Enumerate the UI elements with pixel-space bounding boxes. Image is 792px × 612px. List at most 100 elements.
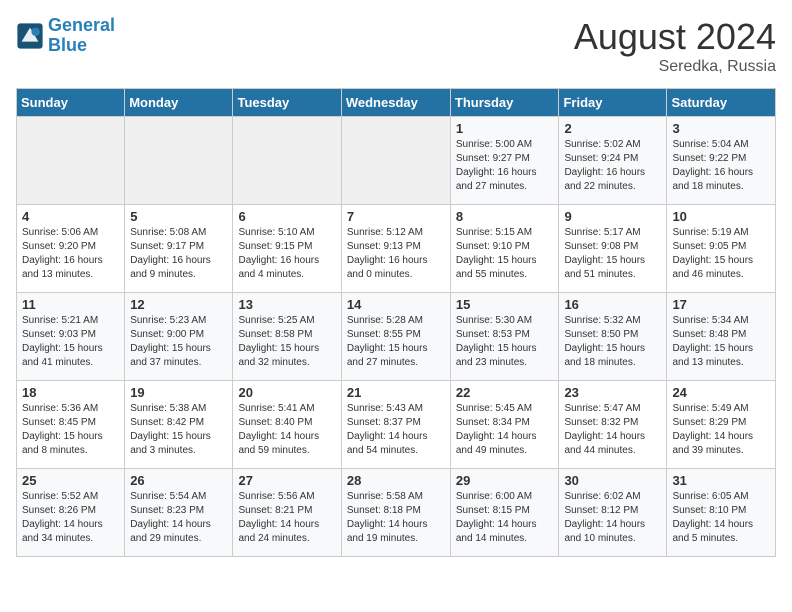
day-number: 25 xyxy=(22,473,119,488)
day-detail: Sunrise: 5:04 AM Sunset: 9:22 PM Dayligh… xyxy=(672,138,770,194)
day-cell: 5Sunrise: 5:08 AM Sunset: 9:17 PM Daylig… xyxy=(125,205,233,293)
day-number: 16 xyxy=(564,297,661,312)
col-header-saturday: Saturday xyxy=(667,89,776,117)
location-subtitle: Seredka, Russia xyxy=(574,58,776,76)
day-cell: 3Sunrise: 5:04 AM Sunset: 9:22 PM Daylig… xyxy=(667,117,776,205)
day-detail: Sunrise: 5:25 AM Sunset: 8:58 PM Dayligh… xyxy=(238,314,335,370)
page-header: General Blue August 2024 Seredka, Russia xyxy=(16,16,776,76)
day-cell: 30Sunrise: 6:02 AM Sunset: 8:12 PM Dayli… xyxy=(559,469,667,557)
day-number: 23 xyxy=(564,385,661,400)
day-number: 20 xyxy=(238,385,335,400)
calendar-table: SundayMondayTuesdayWednesdayThursdayFrid… xyxy=(16,88,776,557)
day-number: 31 xyxy=(672,473,770,488)
day-detail: Sunrise: 5:06 AM Sunset: 9:20 PM Dayligh… xyxy=(22,226,119,282)
day-cell: 19 Sunrise: 5:38 AM Sunset: 8:42 PM Dayli… xyxy=(125,381,233,469)
day-cell: 2 Sunrise: 5:02 AM Sunset: 9:24 PM Daylig… xyxy=(559,117,667,205)
day-detail: Sunrise: 5:23 AM Sunset: 9:00 PM Dayligh… xyxy=(130,314,227,370)
day-cell: 14Sunrise: 5:28 AM Sunset: 8:55 PM Dayli… xyxy=(341,293,450,381)
week-row-4: 18 Sunrise: 5:36 AM Sunset: 8:45 PM Dayli… xyxy=(17,381,776,469)
day-number: 10 xyxy=(672,209,770,224)
day-cell: 1 Sunrise: 5:00 AM Sunset: 9:27 PM Daylig… xyxy=(450,117,559,205)
day-cell: 11 Sunrise: 5:21 AM Sunset: 9:03 PM Dayli… xyxy=(17,293,125,381)
day-cell xyxy=(125,117,233,205)
week-row-2: 4 Sunrise: 5:06 AM Sunset: 9:20 PM Daylig… xyxy=(17,205,776,293)
day-detail: Sunrise: 5:30 AM Sunset: 8:53 PM Dayligh… xyxy=(456,314,554,370)
header-row: SundayMondayTuesdayWednesdayThursdayFrid… xyxy=(17,89,776,117)
day-number: 7 xyxy=(347,209,445,224)
day-cell: 28Sunrise: 5:58 AM Sunset: 8:18 PM Dayli… xyxy=(341,469,450,557)
day-detail: Sunrise: 5:56 AM Sunset: 8:21 PM Dayligh… xyxy=(238,490,335,546)
day-cell xyxy=(17,117,125,205)
day-cell: 12 Sunrise: 5:23 AM Sunset: 9:00 PM Dayli… xyxy=(125,293,233,381)
day-number: 11 xyxy=(22,297,119,312)
day-cell: 18 Sunrise: 5:36 AM Sunset: 8:45 PM Dayli… xyxy=(17,381,125,469)
week-row-1: 1 Sunrise: 5:00 AM Sunset: 9:27 PM Daylig… xyxy=(17,117,776,205)
day-detail: Sunrise: 5:21 AM Sunset: 9:03 PM Dayligh… xyxy=(22,314,119,370)
day-number: 18 xyxy=(22,385,119,400)
day-number: 13 xyxy=(238,297,335,312)
day-cell: 31Sunrise: 6:05 AM Sunset: 8:10 PM Dayli… xyxy=(667,469,776,557)
title-block: August 2024 Seredka, Russia xyxy=(574,16,776,76)
day-cell: 27Sunrise: 5:56 AM Sunset: 8:21 PM Dayli… xyxy=(233,469,341,557)
col-header-wednesday: Wednesday xyxy=(341,89,450,117)
day-number: 22 xyxy=(456,385,554,400)
day-number: 19 xyxy=(130,385,227,400)
day-cell: 7 Sunrise: 5:12 AM Sunset: 9:13 PM Daylig… xyxy=(341,205,450,293)
day-number: 26 xyxy=(130,473,227,488)
day-detail: Sunrise: 5:08 AM Sunset: 9:17 PM Dayligh… xyxy=(130,226,227,282)
day-detail: Sunrise: 5:47 AM Sunset: 8:32 PM Dayligh… xyxy=(564,402,661,458)
day-cell: 20 Sunrise: 5:41 AM Sunset: 8:40 PM Dayli… xyxy=(233,381,341,469)
col-header-monday: Monday xyxy=(125,89,233,117)
day-cell: 6Sunrise: 5:10 AM Sunset: 9:15 PM Daylig… xyxy=(233,205,341,293)
day-detail: Sunrise: 5:49 AM Sunset: 8:29 PM Dayligh… xyxy=(672,402,770,458)
day-detail: Sunrise: 5:10 AM Sunset: 9:15 PM Dayligh… xyxy=(238,226,335,282)
day-cell: 23 Sunrise: 5:47 AM Sunset: 8:32 PM Dayli… xyxy=(559,381,667,469)
day-detail: Sunrise: 5:19 AM Sunset: 9:05 PM Dayligh… xyxy=(672,226,770,282)
col-header-sunday: Sunday xyxy=(17,89,125,117)
week-row-3: 11 Sunrise: 5:21 AM Sunset: 9:03 PM Dayli… xyxy=(17,293,776,381)
week-row-5: 25Sunrise: 5:52 AM Sunset: 8:26 PM Dayli… xyxy=(17,469,776,557)
day-cell: 8 Sunrise: 5:15 AM Sunset: 9:10 PM Daylig… xyxy=(450,205,559,293)
day-number: 2 xyxy=(564,121,661,136)
day-detail: Sunrise: 5:17 AM Sunset: 9:08 PM Dayligh… xyxy=(564,226,661,282)
day-cell: 4 Sunrise: 5:06 AM Sunset: 9:20 PM Daylig… xyxy=(17,205,125,293)
day-detail: Sunrise: 5:32 AM Sunset: 8:50 PM Dayligh… xyxy=(564,314,661,370)
day-detail: Sunrise: 5:41 AM Sunset: 8:40 PM Dayligh… xyxy=(238,402,335,458)
day-cell xyxy=(341,117,450,205)
day-cell: 15 Sunrise: 5:30 AM Sunset: 8:53 PM Dayli… xyxy=(450,293,559,381)
day-cell xyxy=(233,117,341,205)
day-cell: 9 Sunrise: 5:17 AM Sunset: 9:08 PM Daylig… xyxy=(559,205,667,293)
day-number: 12 xyxy=(130,297,227,312)
day-detail: Sunrise: 5:12 AM Sunset: 9:13 PM Dayligh… xyxy=(347,226,445,282)
day-number: 14 xyxy=(347,297,445,312)
day-number: 8 xyxy=(456,209,554,224)
day-detail: Sunrise: 5:38 AM Sunset: 8:42 PM Dayligh… xyxy=(130,402,227,458)
day-number: 9 xyxy=(564,209,661,224)
day-detail: Sunrise: 5:02 AM Sunset: 9:24 PM Dayligh… xyxy=(564,138,661,194)
day-number: 28 xyxy=(347,473,445,488)
col-header-tuesday: Tuesday xyxy=(233,89,341,117)
day-number: 4 xyxy=(22,209,119,224)
day-number: 24 xyxy=(672,385,770,400)
day-number: 21 xyxy=(347,385,445,400)
day-cell: 17 Sunrise: 5:34 AM Sunset: 8:48 PM Dayli… xyxy=(667,293,776,381)
day-detail: Sunrise: 5:00 AM Sunset: 9:27 PM Dayligh… xyxy=(456,138,554,194)
day-cell: 29Sunrise: 6:00 AM Sunset: 8:15 PM Dayli… xyxy=(450,469,559,557)
logo-icon xyxy=(16,22,44,50)
day-cell: 21 Sunrise: 5:43 AM Sunset: 8:37 PM Dayli… xyxy=(341,381,450,469)
day-detail: Sunrise: 5:34 AM Sunset: 8:48 PM Dayligh… xyxy=(672,314,770,370)
day-cell: 22 Sunrise: 5:45 AM Sunset: 8:34 PM Dayli… xyxy=(450,381,559,469)
day-detail: Sunrise: 5:45 AM Sunset: 8:34 PM Dayligh… xyxy=(456,402,554,458)
day-cell: 25Sunrise: 5:52 AM Sunset: 8:26 PM Dayli… xyxy=(17,469,125,557)
day-detail: Sunrise: 5:43 AM Sunset: 8:37 PM Dayligh… xyxy=(347,402,445,458)
day-number: 1 xyxy=(456,121,554,136)
day-number: 15 xyxy=(456,297,554,312)
logo: General Blue xyxy=(16,16,115,56)
day-detail: Sunrise: 6:02 AM Sunset: 8:12 PM Dayligh… xyxy=(564,490,661,546)
day-cell: 10 Sunrise: 5:19 AM Sunset: 9:05 PM Dayli… xyxy=(667,205,776,293)
day-detail: Sunrise: 5:15 AM Sunset: 9:10 PM Dayligh… xyxy=(456,226,554,282)
day-number: 17 xyxy=(672,297,770,312)
day-detail: Sunrise: 5:36 AM Sunset: 8:45 PM Dayligh… xyxy=(22,402,119,458)
logo-text: General Blue xyxy=(48,16,115,56)
month-title: August 2024 xyxy=(574,16,776,58)
